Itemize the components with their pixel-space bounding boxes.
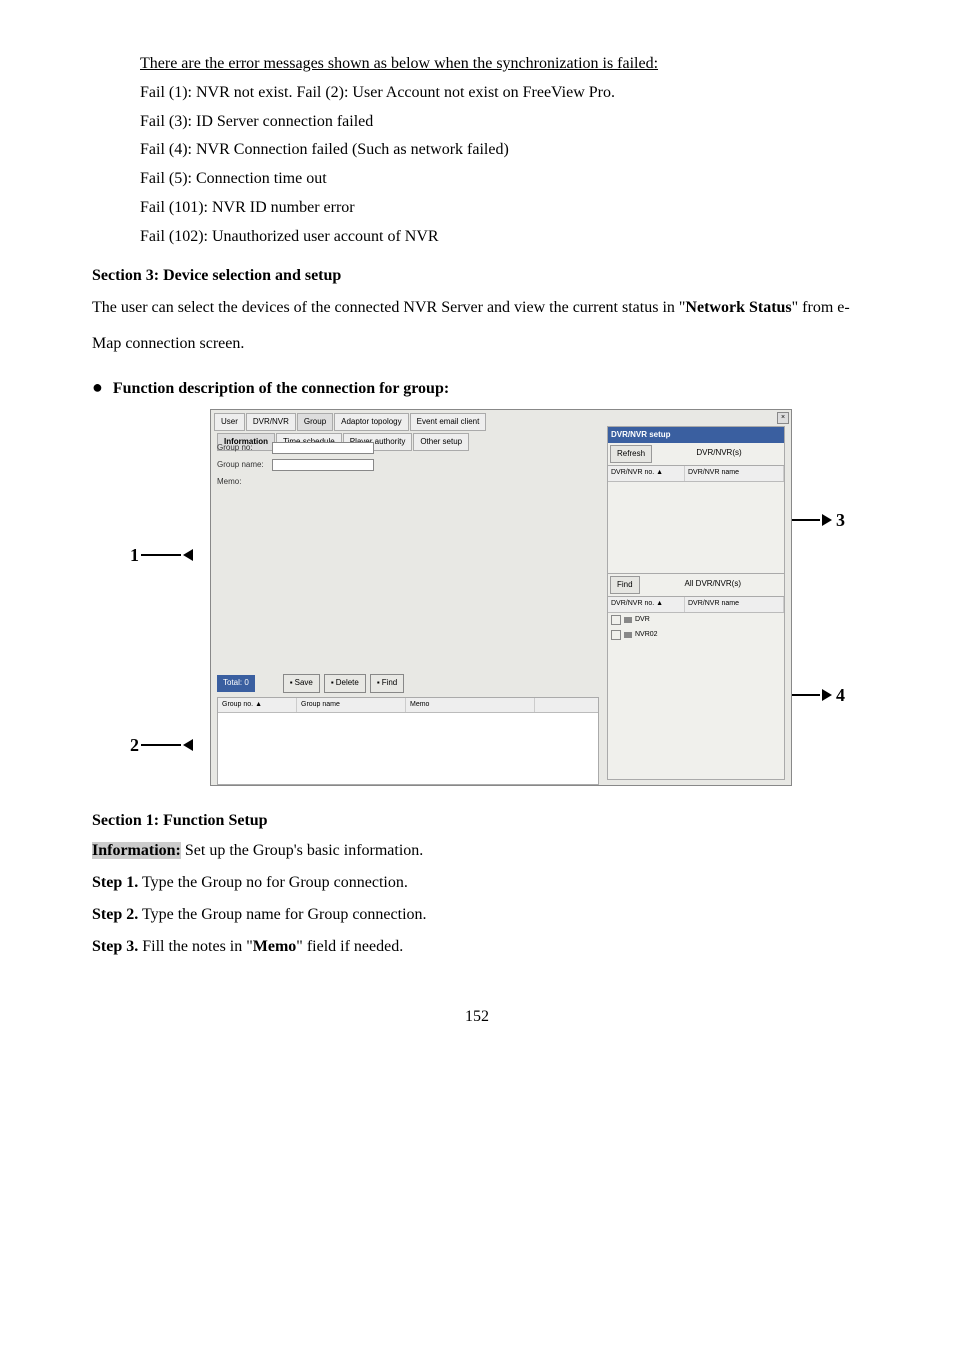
dialog-window: × User DVR/NVR Group Adaptor topology Ev… xyxy=(210,409,792,786)
fail-line-3: Fail (3): ID Server connection failed xyxy=(140,108,874,137)
fail-line-5: Fail (5): Connection time out xyxy=(140,165,874,194)
right-title: DVR/NVR setup xyxy=(608,427,784,443)
checkbox-icon[interactable] xyxy=(611,630,621,640)
save-icon: ▪ xyxy=(290,676,293,690)
alldvr-label: All DVR/NVR(s) xyxy=(642,574,784,596)
arrow-right-icon xyxy=(822,514,832,526)
refresh-button[interactable]: Refresh xyxy=(610,445,652,463)
save-button[interactable]: ▪Save xyxy=(283,674,320,692)
screenshot-diagram: 1 2 3 4 × User DVR/NVR Group xyxy=(130,409,850,789)
dvrnvrs-label: DVR/NVR(s) xyxy=(654,443,784,465)
section3-bold: Network Status xyxy=(685,299,791,316)
arrow-left-icon xyxy=(183,549,193,561)
tab-dvrnvr[interactable]: DVR/NVR xyxy=(246,413,296,431)
input-groupname[interactable] xyxy=(272,459,374,471)
label-groupname: Group name: xyxy=(217,458,272,472)
list-item[interactable]: DVR xyxy=(608,613,784,628)
fail-line-101: Fail (101): NVR ID number error xyxy=(140,194,874,223)
function-desc: Function description of the connection f… xyxy=(113,375,449,404)
callout-3-label: 3 xyxy=(836,504,845,536)
step1-label: Step 1. xyxy=(92,874,138,891)
callout-2-label: 2 xyxy=(130,729,139,761)
label-memo: Memo: xyxy=(217,475,272,489)
arrow-right-icon xyxy=(822,689,832,701)
camera-icon xyxy=(624,632,632,638)
fail-line-102: Fail (102): Unauthorized user account of… xyxy=(140,223,874,252)
callout-1-label: 1 xyxy=(130,539,139,571)
callout-4-label: 4 xyxy=(836,679,845,711)
errors-header: There are the error messages shown as be… xyxy=(140,55,658,72)
step3-post: " field if needed. xyxy=(296,938,403,955)
right-panel: DVR/NVR setup Refresh DVR/NVR(s) DVR/NVR… xyxy=(607,426,785,780)
camera-icon xyxy=(624,617,632,623)
close-icon[interactable]: × xyxy=(777,412,789,424)
info-label: Information: xyxy=(92,842,181,859)
find-button-right[interactable]: Find xyxy=(610,576,640,594)
step3-bold: Memo xyxy=(253,938,297,955)
find-button[interactable]: ▪Find xyxy=(370,674,404,692)
fail-line-4: Fail (4): NVR Connection failed (Such as… xyxy=(140,136,874,165)
info-text: Set up the Group's basic information. xyxy=(181,842,423,859)
checkbox-icon[interactable] xyxy=(611,615,621,625)
col-memo[interactable]: Memo xyxy=(406,698,535,713)
step3-pre: Fill the notes in " xyxy=(138,938,253,955)
fail-line-1: Fail (1): NVR not exist. Fail (2): User … xyxy=(140,79,874,108)
section1-title: Section 1: Function Setup xyxy=(92,807,874,836)
tab-adaptor[interactable]: Adaptor topology xyxy=(334,413,409,431)
page-number: 152 xyxy=(80,1003,874,1032)
col-groupname[interactable]: Group name xyxy=(297,698,406,713)
section3-text-pre: The user can select the devices of the c… xyxy=(92,299,685,316)
tab-user[interactable]: User xyxy=(214,413,245,431)
tab-event[interactable]: Event email client xyxy=(410,413,487,431)
bullet-icon: ● xyxy=(92,375,103,400)
right-col-name[interactable]: DVR/NVR name xyxy=(685,466,784,481)
section3-title: Section 3: Device selection and setup xyxy=(92,262,874,291)
step2-text: Type the Group name for Group connection… xyxy=(138,906,426,923)
delete-icon: ▪ xyxy=(331,676,334,690)
tab-group[interactable]: Group xyxy=(297,413,333,431)
total-label: Total: 0 xyxy=(217,675,255,691)
arrow-left-icon xyxy=(183,739,193,751)
delete-button[interactable]: ▪Delete xyxy=(324,674,366,692)
step3-label: Step 3. xyxy=(92,938,138,955)
step1-text: Type the Group no for Group connection. xyxy=(138,874,408,891)
label-groupno: Group no: xyxy=(217,441,272,455)
step2-label: Step 2. xyxy=(92,906,138,923)
input-groupno[interactable] xyxy=(272,442,374,454)
right-col-name2[interactable]: DVR/NVR name xyxy=(685,597,784,612)
right-col-no[interactable]: DVR/NVR no. ▲ xyxy=(608,466,685,481)
list-item[interactable]: NVR02 xyxy=(608,628,784,643)
right-col-no2[interactable]: DVR/NVR no. ▲ xyxy=(608,597,685,612)
col-groupno[interactable]: Group no. ▲ xyxy=(218,698,297,713)
list-area: Group no. ▲ Group name Memo xyxy=(217,697,599,785)
find-icon: ▪ xyxy=(377,676,380,690)
